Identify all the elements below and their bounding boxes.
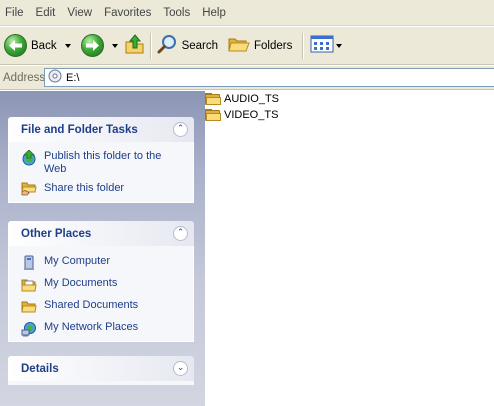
- dropdown-arrow-icon: [336, 43, 343, 48]
- other-places-panel: Other Places ⌃ My Computer My Documents …: [8, 221, 194, 342]
- dropdown-arrow-icon: [64, 43, 71, 48]
- views-button[interactable]: [310, 29, 343, 63]
- back-dropdown-button[interactable]: [59, 29, 71, 63]
- network-places-icon: [21, 321, 37, 337]
- other-places-title: Other Places: [21, 227, 92, 240]
- shared-documents-icon: [21, 299, 37, 315]
- my-documents-icon: [21, 277, 37, 293]
- toolbar-separator: [302, 32, 305, 59]
- place-my-computer[interactable]: My Computer: [21, 255, 185, 271]
- place-shared-documents-label: Shared Documents: [44, 299, 139, 311]
- task-share-folder[interactable]: Share this folder: [21, 180, 185, 196]
- details-title: Details: [21, 362, 59, 375]
- place-shared-documents[interactable]: Shared Documents: [21, 299, 185, 315]
- address-bar: Address E:\: [0, 66, 494, 90]
- search-icon: [156, 33, 178, 58]
- search-button[interactable]: Search: [156, 29, 218, 63]
- back-button[interactable]: Back: [4, 29, 57, 63]
- list-item[interactable]: AUDIO_TS: [205, 93, 279, 105]
- task-publish-web-label: Publish this folder to the Web: [44, 150, 162, 175]
- cd-drive-icon: [48, 69, 62, 86]
- folder-icon: [205, 93, 221, 105]
- collapse-icon[interactable]: ⌃: [173, 226, 188, 241]
- dropdown-arrow-icon: [111, 43, 118, 48]
- forward-dropdown-button[interactable]: [106, 29, 118, 63]
- menu-file[interactable]: File: [0, 0, 30, 26]
- back-label: Back: [31, 39, 57, 52]
- collapse-icon[interactable]: ⌃: [173, 122, 188, 137]
- toolbar: Back Search Folders: [0, 27, 494, 65]
- file-tasks-body: Publish this folder to the Web Share thi…: [8, 142, 194, 203]
- share-folder-icon: [21, 180, 37, 196]
- details-panel: Details ⌄: [8, 356, 194, 385]
- folders-icon: [228, 34, 250, 57]
- address-value: E:\: [66, 71, 80, 84]
- menu-bar: File Edit View Favorites Tools Help: [0, 0, 494, 26]
- folders-label: Folders: [254, 39, 293, 52]
- task-publish-web[interactable]: Publish this folder to the Web: [21, 149, 185, 176]
- up-folder-button[interactable]: [124, 29, 146, 63]
- place-my-documents-label: My Documents: [44, 277, 118, 289]
- list-item[interactable]: VIDEO_TS: [205, 109, 278, 121]
- menu-favorites[interactable]: Favorites: [98, 0, 157, 26]
- folders-button[interactable]: Folders: [228, 29, 292, 63]
- menu-tools[interactable]: Tools: [157, 0, 196, 26]
- details-header[interactable]: Details ⌄: [8, 356, 194, 381]
- file-tasks-title: File and Folder Tasks: [21, 123, 138, 136]
- menu-view[interactable]: View: [61, 0, 98, 26]
- up-folder-icon: [124, 33, 146, 58]
- place-network-places[interactable]: My Network Places: [21, 321, 185, 337]
- menu-edit[interactable]: Edit: [30, 0, 62, 26]
- views-icon: [310, 34, 334, 57]
- place-network-places-label: My Network Places: [44, 321, 139, 333]
- task-share-folder-label: Share this folder: [44, 182, 125, 194]
- task-pane: File and Folder Tasks ⌃ Publish this fol…: [0, 91, 205, 406]
- file-name: VIDEO_TS: [224, 109, 279, 121]
- file-tasks-header[interactable]: File and Folder Tasks ⌃: [8, 117, 194, 142]
- menu-help[interactable]: Help: [196, 0, 232, 26]
- details-body: [8, 381, 194, 385]
- expand-icon[interactable]: ⌄: [173, 361, 188, 376]
- my-computer-icon: [21, 255, 37, 271]
- back-arrow-icon: [4, 34, 27, 57]
- file-tasks-panel: File and Folder Tasks ⌃ Publish this fol…: [8, 117, 194, 203]
- search-label: Search: [181, 39, 219, 52]
- other-places-header[interactable]: Other Places ⌃: [8, 221, 194, 246]
- forward-button[interactable]: [80, 29, 104, 63]
- other-places-body: My Computer My Documents Shared Document…: [8, 246, 194, 342]
- address-label: Address: [3, 71, 46, 84]
- file-list: AUDIO_TS VIDEO_TS: [205, 91, 494, 406]
- toolbar-separator: [149, 32, 152, 59]
- folder-icon: [205, 109, 221, 121]
- forward-arrow-icon: [80, 34, 104, 57]
- file-name: AUDIO_TS: [224, 93, 280, 105]
- publish-web-icon: [21, 149, 37, 166]
- place-my-computer-label: My Computer: [44, 255, 111, 267]
- address-field[interactable]: E:\: [44, 68, 494, 87]
- place-my-documents[interactable]: My Documents: [21, 277, 185, 293]
